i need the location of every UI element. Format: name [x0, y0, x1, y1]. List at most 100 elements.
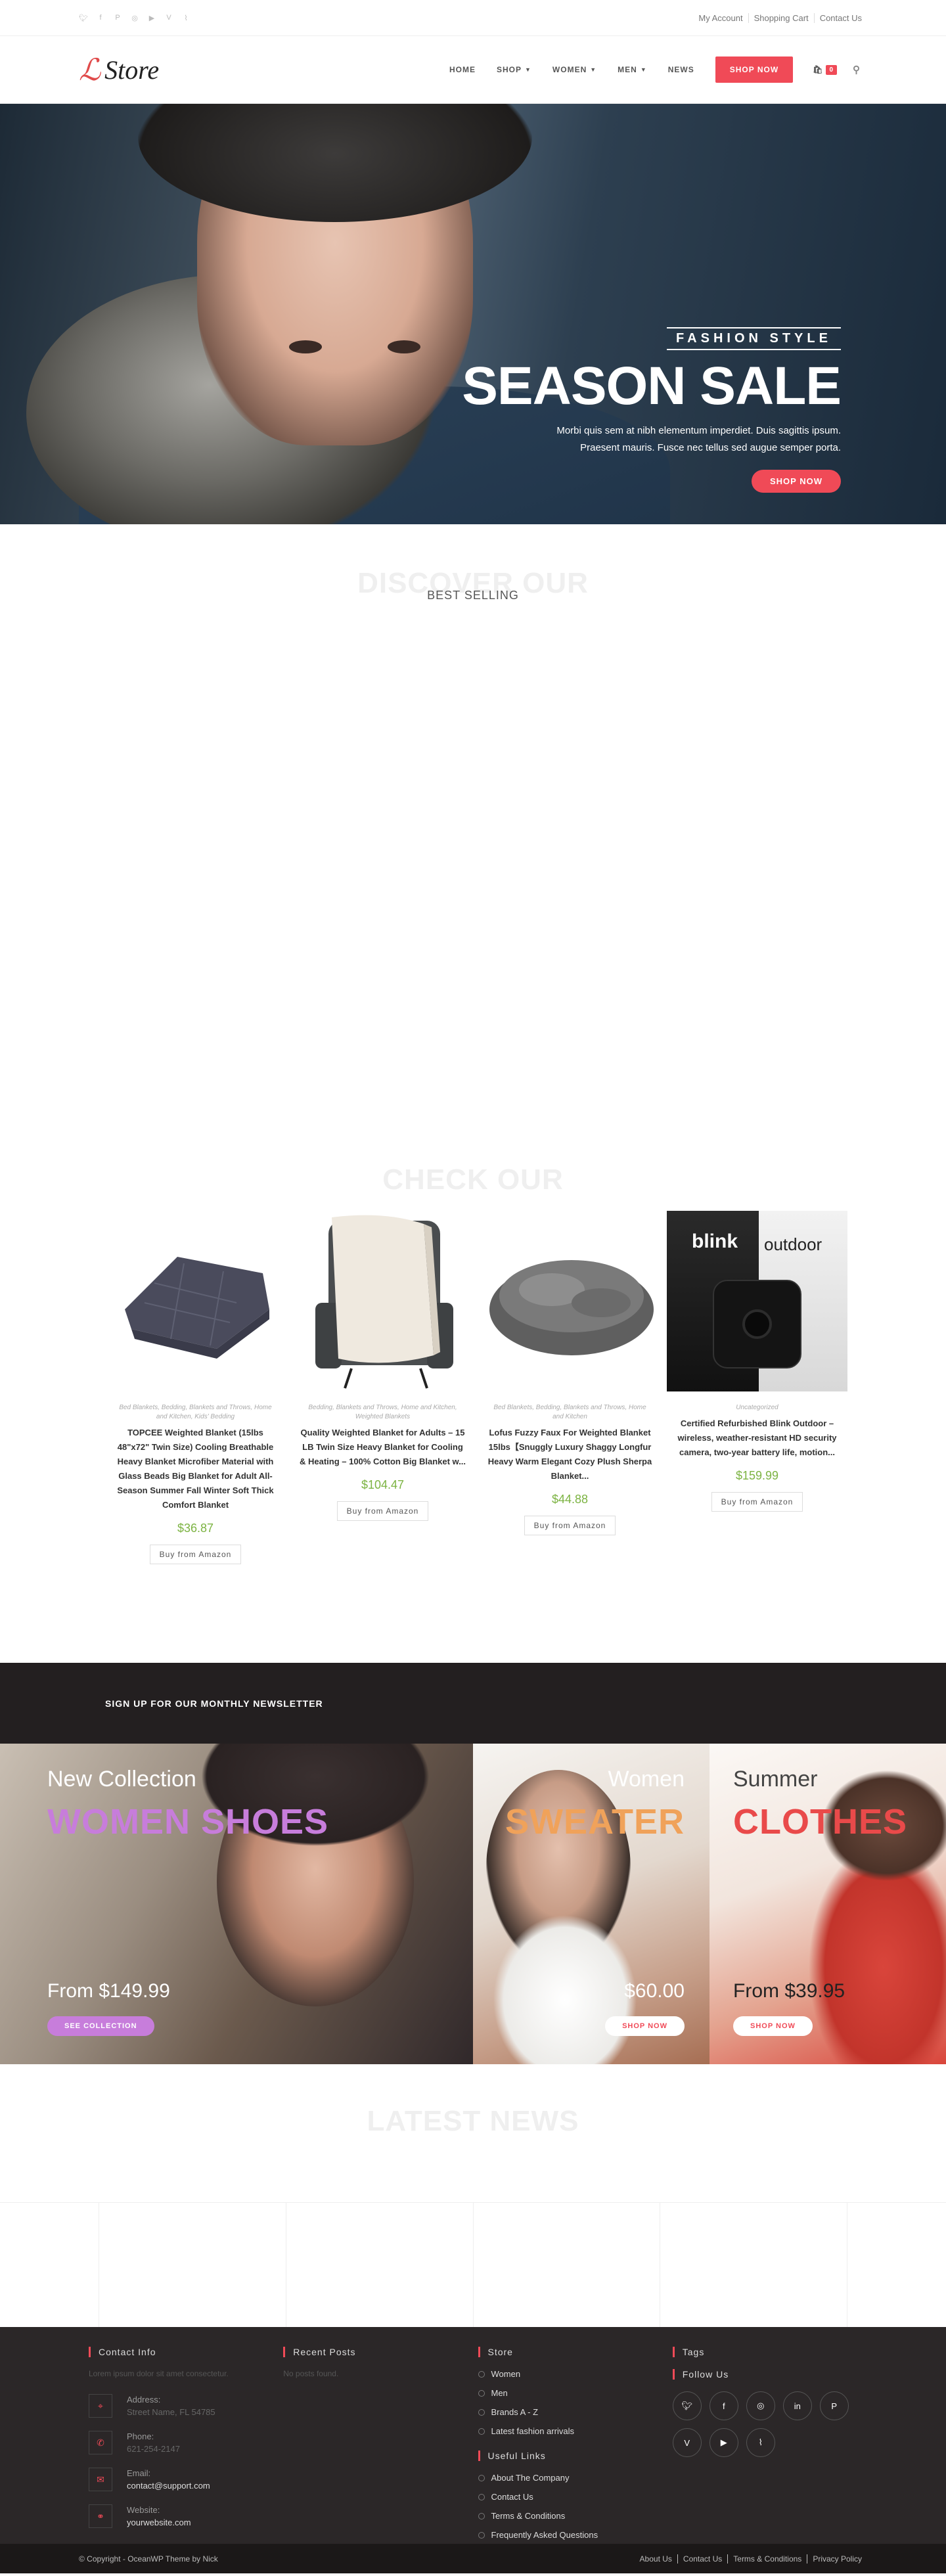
footer-link[interactable]: Latest fashion arrivals [478, 2426, 673, 2436]
top-bar: 🐦︎ f P ◎ ▶ V ⌇ My Account Shopping Cart … [0, 0, 946, 36]
about-us-link[interactable]: About Us [635, 2554, 677, 2564]
product-image[interactable] [292, 1211, 473, 1391]
contact-website-link[interactable]: yourwebsite.com [127, 2518, 191, 2527]
product-card: Bedding, Blankets and Throws, Home and K… [292, 1211, 473, 1564]
product-title[interactable]: Lofus Fuzzy Faux For Weighted Blanket 15… [480, 1426, 660, 1483]
twitter-icon[interactable]: 🐦︎ [672, 2391, 702, 2420]
facebook-icon[interactable]: f [709, 2391, 738, 2420]
youtube-icon[interactable]: ▶ [147, 13, 156, 22]
see-collection-button[interactable]: SEE COLLECTION [47, 2016, 154, 2036]
vine-icon[interactable]: V [164, 13, 173, 22]
banner-women-shoes[interactable]: New Collection WOMEN SHOES From $149.99 … [0, 1744, 473, 2064]
shop-now-button[interactable]: SHOP NOW [733, 2016, 813, 2036]
product-category[interactable]: Bed Blankets, Bedding, Blankets and Thro… [480, 1403, 660, 1422]
product-price: $36.87 [177, 1522, 214, 1535]
product-title[interactable]: TOPCEE Weighted Blanket (15lbs 48"x72" T… [105, 1426, 286, 1512]
outdoor-text: outdoor [764, 1234, 822, 1254]
nav-label: MEN [618, 65, 637, 74]
discover-section: DISCOVER OUR BEST SELLING [0, 524, 946, 1158]
contact-email-link[interactable]: contact@support.com [127, 2481, 210, 2491]
nav-item-home[interactable]: HOME [439, 65, 486, 74]
blink-logo-text: blink [692, 1231, 738, 1252]
latest-ghost-heading: LATEST NEWS [367, 2105, 579, 2137]
contact-label: Website: [127, 2505, 160, 2515]
instagram-icon[interactable]: ◎ [130, 13, 139, 22]
footer-link[interactable]: Frequently Asked Questions [478, 2530, 673, 2540]
product-image[interactable] [105, 1211, 286, 1391]
privacy-policy-link[interactable]: Privacy Policy [807, 2554, 867, 2564]
product-title[interactable]: Quality Weighted Blanket for Adults – 15… [292, 1426, 473, 1469]
blanket-image [125, 1257, 269, 1359]
footer-link[interactable]: Terms & Conditions [478, 2511, 673, 2521]
product-category[interactable]: Bedding, Blankets and Throws, Home and K… [292, 1403, 473, 1422]
circle-icon [478, 2428, 485, 2435]
product-category[interactable]: Uncategorized [667, 1403, 847, 1412]
twitter-icon[interactable]: 🐦︎ [79, 13, 88, 22]
store-links: Women Men Brands A - Z Latest fashion ar… [478, 2369, 673, 2436]
buy-from-amazon-button[interactable]: Buy from Amazon [149, 1545, 242, 1564]
instagram-icon[interactable]: ◎ [746, 2391, 775, 2420]
product-price: $44.88 [551, 1493, 589, 1506]
contact-value: 621-254-2147 [127, 2444, 180, 2454]
footer-heading: Store [478, 2347, 673, 2357]
banner-women-sweater[interactable]: Women SWEATER $60.00 SHOP NOW [473, 1744, 710, 2064]
footer-link[interactable]: Brands A - Z [478, 2407, 673, 2417]
rss-icon[interactable]: ⌇ [181, 13, 191, 22]
discover-subtitle: BEST SELLING [427, 589, 519, 602]
product-title[interactable]: Certified Refurbished Blink Outdoor – wi… [667, 1416, 847, 1460]
news-grid [0, 2202, 946, 2327]
pinterest-icon[interactable]: P [113, 13, 122, 22]
my-account-link[interactable]: My Account [693, 13, 748, 23]
circle-icon [478, 2389, 485, 2397]
vine-icon[interactable]: V [672, 2428, 702, 2457]
footer-link[interactable]: About The Company [478, 2473, 673, 2483]
product-image[interactable] [480, 1211, 660, 1391]
product-image[interactable]: blink outdoor [667, 1211, 847, 1391]
nav-item-shop[interactable]: SHOP ▼ [486, 65, 542, 74]
shop-now-button[interactable]: SHOP NOW [605, 2016, 685, 2036]
youtube-icon[interactable]: ▶ [709, 2428, 738, 2457]
search-icon[interactable]: ⚲ [846, 64, 867, 76]
bottom-bar: © Copyright - OceanWP Theme by Nick Abou… [0, 2544, 946, 2573]
hero-shop-now-button[interactable]: SHOP NOW [752, 470, 841, 493]
nav-item-news[interactable]: NEWS [658, 65, 705, 74]
check-ghost-heading: CHECK OUR [382, 1164, 564, 1196]
footer-link[interactable]: Contact Us [478, 2492, 673, 2502]
footer-link-label: Brands A - Z [491, 2407, 539, 2417]
rss-icon[interactable]: ⌇ [746, 2428, 775, 2457]
contact-us-link[interactable]: Contact Us [677, 2554, 727, 2564]
footer-tags-column: Tags Follow Us 🐦︎ f ◎ in P V ▶ ⌇ [672, 2347, 867, 2544]
footer-heading: Recent Posts [283, 2347, 478, 2357]
nav-item-women[interactable]: WOMEN ▼ [542, 65, 607, 74]
link-icon: ⚭ [89, 2504, 112, 2528]
contact-us-link[interactable]: Contact Us [813, 12, 867, 23]
buy-from-amazon-button[interactable]: Buy from Amazon [711, 1492, 803, 1512]
banner-price: From $39.95 [733, 1980, 845, 2002]
footer-link[interactable]: Men [478, 2388, 673, 2398]
linkedin-icon[interactable]: in [782, 2391, 812, 2420]
cart-button[interactable]: 🛍︎ 0 [803, 64, 846, 75]
news-column [660, 2203, 847, 2327]
footer-heading: Contact Info [89, 2347, 283, 2357]
shop-now-button[interactable]: SHOP NOW [715, 56, 794, 83]
footer-link-label: Men [491, 2388, 508, 2398]
circle-icon [478, 2512, 485, 2520]
nav-item-men[interactable]: MEN ▼ [607, 65, 658, 74]
banner-heading: SWEATER [505, 1802, 685, 1842]
footer-link[interactable]: Women [478, 2369, 673, 2379]
terms-link[interactable]: Terms & Conditions [727, 2554, 807, 2564]
envelope-icon: ✉ [89, 2468, 112, 2491]
shopping-cart-link[interactable]: Shopping Cart [748, 12, 814, 23]
product-category[interactable]: Bed Blankets, Bedding, Blankets and Thro… [105, 1403, 286, 1422]
buy-from-amazon-button[interactable]: Buy from Amazon [336, 1501, 429, 1521]
site-header: ℒ Store HOME SHOP ▼ WOMEN ▼ MEN ▼ NEWS SHOP… [0, 36, 946, 104]
banner-summer-clothes[interactable]: Summer CLOTHES From $39.95 SHOP NOW [710, 1744, 946, 2064]
buy-from-amazon-button[interactable]: Buy from Amazon [524, 1516, 616, 1535]
product-price: $104.47 [361, 1478, 405, 1491]
pinterest-icon[interactable]: P [819, 2391, 849, 2420]
contact-website: ⚭ Website: yourwebsite.com [89, 2504, 283, 2528]
facebook-icon[interactable]: f [96, 13, 105, 22]
chevron-down-icon: ▼ [524, 66, 531, 73]
site-logo[interactable]: ℒ Store [79, 52, 159, 87]
footer-heading: Follow Us [672, 2369, 867, 2380]
